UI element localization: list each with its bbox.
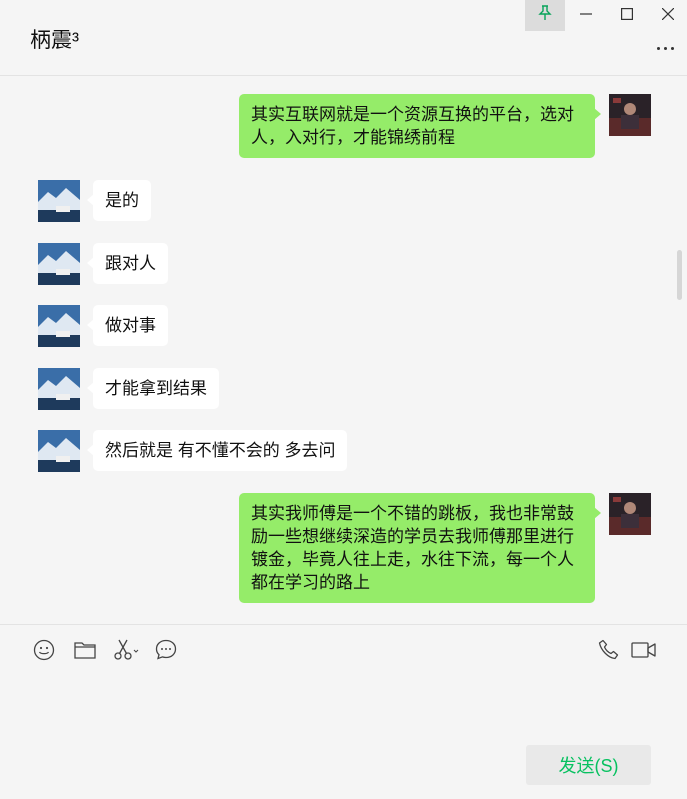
message-bubble-received[interactable]: 然后就是 有不懂不会的 多去问 bbox=[86, 430, 348, 471]
minimize-button[interactable] bbox=[566, 0, 606, 31]
message-bubble-sent[interactable]: 其实互联网就是一个资源互换的平台，选对人，入对行，才能锦绣前程 bbox=[239, 94, 601, 158]
voice-call-button[interactable] bbox=[596, 639, 622, 665]
pin-icon bbox=[538, 5, 552, 26]
file-button[interactable] bbox=[72, 639, 98, 665]
chat-bubble-icon bbox=[155, 639, 177, 666]
message-bubble-received[interactable]: 做对事 bbox=[87, 305, 168, 346]
scrollbar-thumb[interactable] bbox=[677, 250, 682, 300]
message-list[interactable]: 其实互联网就是一个资源互换的平台，选对人，入对行，才能锦绣前程 是的 跟对人 做… bbox=[0, 77, 687, 624]
scissors-icon bbox=[113, 639, 141, 666]
more-icon[interactable] bbox=[657, 38, 679, 58]
message-text: 才能拿到结果 bbox=[105, 379, 207, 398]
title-bar: 柄震³ bbox=[0, 0, 687, 76]
close-icon bbox=[661, 7, 675, 25]
pin-button[interactable] bbox=[525, 0, 565, 31]
my-avatar[interactable] bbox=[609, 94, 651, 136]
my-avatar[interactable] bbox=[609, 493, 651, 535]
video-icon bbox=[631, 641, 657, 664]
emoji-button[interactable] bbox=[31, 639, 57, 665]
message-bubble-received[interactable]: 才能拿到结果 bbox=[87, 368, 219, 409]
message-text: 然后就是 有不懂不会的 多去问 bbox=[105, 441, 336, 460]
message-bubble-received[interactable]: 跟对人 bbox=[87, 243, 168, 284]
message-text: 其实我师傅是一个不错的跳板，我也非常鼓励一些想继续深造的学员去我师傅那里进行镀金… bbox=[251, 504, 574, 592]
message-text: 其实互联网就是一个资源互换的平台，选对人，入对行，才能锦绣前程 bbox=[251, 105, 574, 147]
input-area[interactable]: 发送(S) bbox=[0, 624, 687, 799]
minimize-icon bbox=[580, 7, 592, 25]
screenshot-button[interactable] bbox=[112, 639, 142, 665]
message-bubble-sent[interactable]: 其实我师傅是一个不错的跳板，我也非常鼓励一些想继续深造的学员去我师傅那里进行镀金… bbox=[239, 493, 601, 603]
close-button[interactable] bbox=[648, 0, 687, 31]
chat-title: 柄震³ bbox=[30, 29, 79, 52]
contact-avatar[interactable] bbox=[38, 368, 80, 410]
contact-avatar[interactable] bbox=[38, 180, 80, 222]
contact-avatar[interactable] bbox=[38, 243, 80, 285]
message-text: 跟对人 bbox=[105, 254, 156, 273]
emoji-icon bbox=[33, 639, 55, 666]
message-text: 做对事 bbox=[105, 316, 156, 335]
contact-avatar[interactable] bbox=[38, 305, 80, 347]
maximize-button[interactable] bbox=[607, 0, 647, 31]
message-text: 是的 bbox=[105, 191, 139, 210]
folder-icon bbox=[74, 640, 96, 665]
phone-icon bbox=[598, 639, 620, 666]
video-call-button[interactable] bbox=[630, 639, 658, 665]
send-button[interactable]: 发送(S) bbox=[526, 745, 651, 785]
maximize-icon bbox=[621, 7, 634, 25]
chat-history-button[interactable] bbox=[153, 639, 179, 665]
contact-avatar[interactable] bbox=[38, 430, 80, 472]
message-bubble-received[interactable]: 是的 bbox=[87, 180, 151, 221]
